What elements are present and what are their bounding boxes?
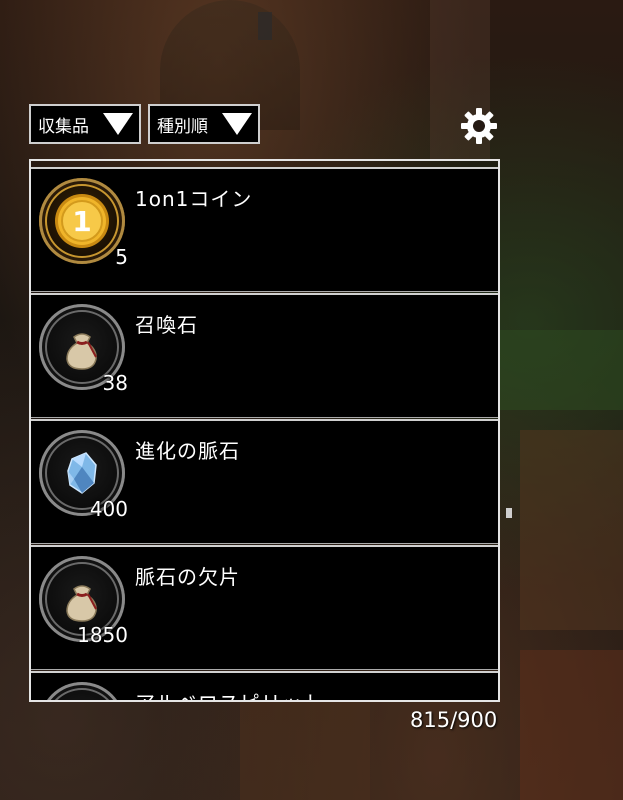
item-count: 38 <box>102 371 128 395</box>
category-dropdown-label: 収集品 <box>38 116 89 137</box>
inventory-capacity: 815/900 <box>410 708 498 732</box>
background-crate <box>240 690 370 800</box>
item-count: 5 <box>115 245 128 269</box>
list-item[interactable]: アルベロスピリット <box>31 671 498 700</box>
item-name: 進化の脈石 <box>135 439 240 463</box>
background-crate-right <box>520 650 623 800</box>
scrollbar-thumb[interactable] <box>506 508 512 518</box>
background-grass <box>500 330 623 410</box>
item-count: 1850 <box>77 623 128 647</box>
sort-dropdown[interactable]: 種別順 <box>148 104 260 144</box>
triangle-down-icon <box>103 113 133 135</box>
settings-button[interactable] <box>459 106 499 146</box>
gold-coin-icon: 1 <box>39 178 125 264</box>
item-name: アルベロスピリット <box>135 687 324 700</box>
item-name: 1on1コイン <box>135 187 253 211</box>
item-name: 脈石の欠片 <box>135 565 240 589</box>
list-item[interactable]: 脈石の欠片 1850 <box>31 545 498 670</box>
background-lamp <box>258 12 272 40</box>
item-name: 召喚石 <box>135 313 198 337</box>
sort-dropdown-label: 種別順 <box>157 116 208 137</box>
item-list[interactable]: 1 1on1コイン 5 召喚石 38 進化の脈石 400 脈石の欠片 1850 <box>29 159 500 702</box>
triangle-down-icon <box>222 113 252 135</box>
gear-icon <box>461 108 497 144</box>
cloth-bag-icon <box>39 682 125 700</box>
background-floor <box>520 430 623 630</box>
item-count: 400 <box>89 497 128 521</box>
category-dropdown[interactable]: 収集品 <box>29 104 141 144</box>
list-item[interactable]: 進化の脈石 400 <box>31 419 498 544</box>
svg-text:1: 1 <box>72 205 91 238</box>
list-item[interactable]: 1 1on1コイン 5 <box>31 167 498 292</box>
list-item[interactable]: 召喚石 38 <box>31 293 498 418</box>
